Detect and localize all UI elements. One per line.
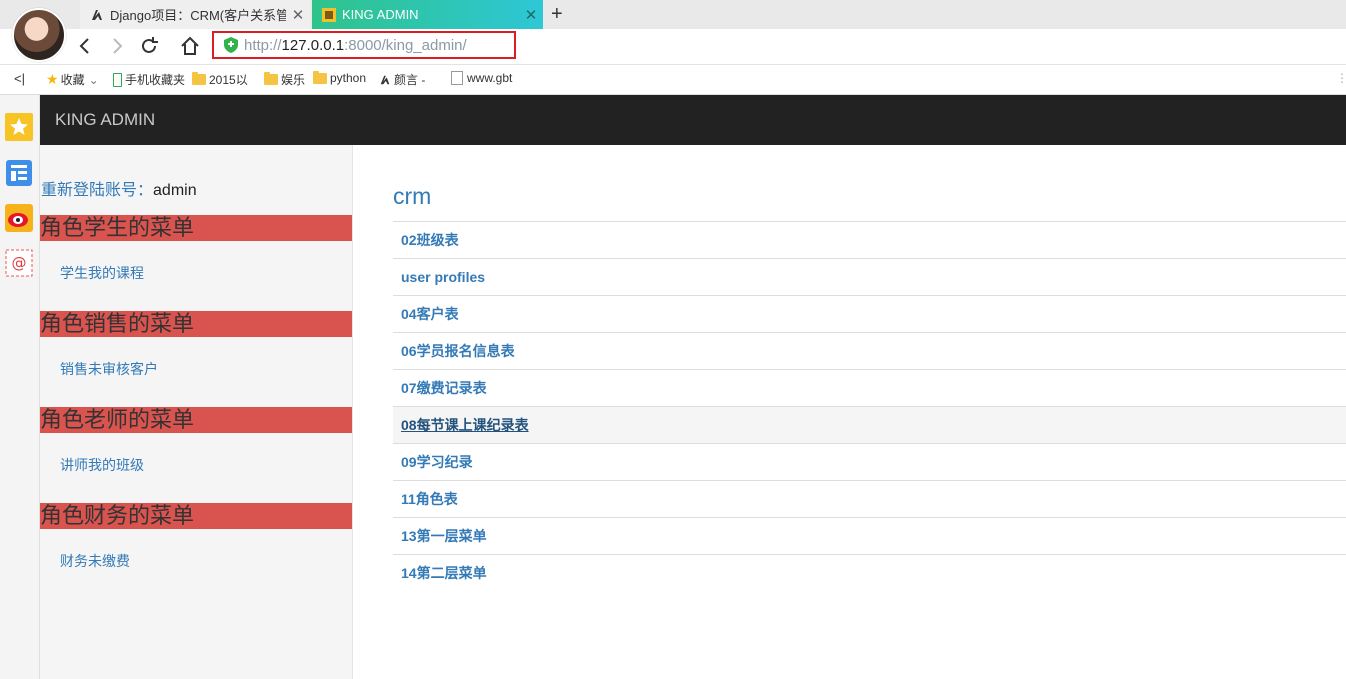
- table-cell: user profiles: [393, 258, 1346, 296]
- weibo-icon[interactable]: [5, 204, 33, 232]
- django-icon: [380, 75, 390, 84]
- table-cell: 08每节课上课纪录表: [393, 406, 1346, 444]
- table-cell: 14第二层菜单: [393, 554, 1346, 591]
- star-icon: ★: [46, 71, 59, 87]
- page-navbar: KING ADMIN: [40, 95, 1346, 145]
- bookmark-label: 手机收藏夹: [125, 73, 186, 87]
- tab-django-project[interactable]: Django项目：CRM(客户关系管 ✕: [80, 0, 310, 29]
- table-row-hovered: 08每节课上课纪录表: [393, 406, 1346, 444]
- menu-link-teacher-classes[interactable]: 讲师我的班级: [60, 455, 144, 475]
- table-row: 11角色表: [393, 480, 1346, 518]
- table-cell: 04客户表: [393, 295, 1346, 333]
- relogin-label: 重新登陆账号：: [41, 182, 154, 199]
- browser-side-rail: @: [0, 95, 40, 679]
- model-link[interactable]: 14第二层菜单: [401, 565, 487, 581]
- navigation-bar: http://127.0.0.1:8000/king_admin/: [0, 29, 1346, 65]
- menu-heading-student: 角色学生的菜单: [40, 215, 352, 241]
- bookmark-folder-entertainment[interactable]: 娱乐: [264, 71, 305, 88]
- address-bar[interactable]: http://127.0.0.1:8000/king_admin/: [212, 31, 516, 59]
- bookmark-label: 2015以: [209, 73, 248, 87]
- table-cell: 09学习纪录: [393, 443, 1346, 481]
- table-row: 06学员报名信息表: [393, 332, 1346, 370]
- brand-link[interactable]: KING ADMIN: [55, 110, 155, 130]
- login-username: admin: [153, 182, 197, 199]
- menu-link-finance-unpaid[interactable]: 财务未缴费: [60, 551, 130, 571]
- model-link[interactable]: user profiles: [401, 269, 485, 285]
- reader-icon[interactable]: [5, 159, 33, 187]
- mail-icon[interactable]: @: [5, 249, 33, 277]
- forward-icon[interactable]: [106, 35, 128, 57]
- phone-icon: [113, 72, 122, 87]
- bookmark-label: python: [330, 71, 367, 85]
- table-row: user profiles: [393, 258, 1346, 296]
- reload-icon[interactable]: [138, 35, 160, 57]
- chevron-down-icon: ⌄: [88, 72, 99, 87]
- model-link[interactable]: 08每节课上课纪录表: [401, 417, 529, 433]
- bookmark-folder-python[interactable]: python: [313, 70, 367, 85]
- model-link[interactable]: 07缴费记录表: [401, 380, 487, 396]
- bookmark-favorites[interactable]: ★ 收藏 ⌄: [46, 71, 99, 88]
- bookmark-label: 收藏: [60, 73, 85, 87]
- user-avatar[interactable]: [12, 8, 66, 62]
- menu-heading-finance: 角色财务的菜单: [40, 503, 352, 529]
- model-link[interactable]: 11角色表: [401, 491, 458, 507]
- collapse-sidebar-icon[interactable]: <|: [14, 71, 25, 86]
- sidebar: 重新登陆账号：admin 角色学生的菜单 学生我的课程 角色销售的菜单 销售未审…: [40, 145, 353, 679]
- url-scheme: http://: [244, 36, 282, 54]
- menu-heading-teacher: 角色老师的菜单: [40, 407, 352, 433]
- tab-strip: Django项目：CRM(客户关系管 ✕ KING ADMIN ✕ +: [0, 0, 1346, 62]
- table-row: 09学习纪录: [393, 443, 1346, 481]
- model-link[interactable]: 04客户表: [401, 306, 459, 322]
- url-port-path: :8000/king_admin/: [344, 36, 467, 54]
- table-cell: 07缴费记录表: [393, 369, 1346, 407]
- bookmark-mobile[interactable]: 手机收藏夹: [113, 71, 185, 88]
- close-icon[interactable]: ✕: [519, 6, 543, 24]
- folder-icon: [313, 70, 327, 84]
- tab-title: KING ADMIN: [342, 7, 419, 22]
- table-cell: 02班级表: [393, 221, 1346, 259]
- close-icon[interactable]: ✕: [286, 6, 310, 24]
- bookmark-label: 颜言 -: [394, 73, 426, 87]
- svg-text:@: @: [12, 254, 27, 272]
- bookmark-folder-2015[interactable]: 2015以: [192, 71, 248, 88]
- folder-icon: [264, 72, 278, 85]
- table-row: 13第一层菜单: [393, 517, 1346, 555]
- model-link[interactable]: 13第一层菜单: [401, 528, 487, 544]
- url-host: 127.0.0.1: [281, 36, 345, 54]
- bookmark-label: 娱乐: [281, 73, 306, 87]
- table-cell: 06学员报名信息表: [393, 332, 1346, 370]
- bookmark-django-site[interactable]: 颜言 -: [379, 71, 425, 88]
- more-bookmarks-icon[interactable]: ⋮: [1336, 71, 1346, 85]
- tab-king-admin[interactable]: KING ADMIN ✕: [312, 0, 543, 29]
- table-row: 04客户表: [393, 295, 1346, 333]
- folder-icon: [192, 72, 206, 85]
- model-link[interactable]: 09学习纪录: [401, 454, 473, 470]
- main-content: crm 02班级表 user profiles 04客户表 06学员报名信息表 …: [393, 145, 1346, 679]
- table-cell: 13第一层菜单: [393, 517, 1346, 555]
- relogin-link[interactable]: 重新登陆账号：admin: [41, 176, 197, 200]
- table-row: 02班级表: [393, 221, 1346, 259]
- favorites-star-icon[interactable]: [5, 113, 33, 141]
- model-table: 02班级表 user profiles 04客户表 06学员报名信息表 07缴费…: [393, 221, 1346, 591]
- model-link[interactable]: 06学员报名信息表: [401, 343, 515, 359]
- model-link[interactable]: 02班级表: [401, 232, 459, 248]
- bookmark-label: www.gbt: [467, 71, 513, 85]
- page-icon: [451, 71, 463, 85]
- table-row: 07缴费记录表: [393, 369, 1346, 407]
- menu-link-student-courses[interactable]: 学生我的课程: [60, 263, 144, 283]
- secure-shield-icon: [224, 37, 238, 53]
- bookmarks-bar: <| ★ 收藏 ⌄ 手机收藏夹 2015以 娱乐 python 颜言 - www…: [0, 65, 1346, 95]
- django-icon: [92, 9, 102, 20]
- home-icon[interactable]: [179, 35, 201, 57]
- menu-link-sales-unreviewed[interactable]: 销售未审核客户: [60, 359, 158, 379]
- tab-title: Django项目：CRM(客户关系管: [110, 8, 286, 23]
- table-row: 14第二层菜单: [393, 554, 1346, 591]
- back-icon[interactable]: [74, 35, 96, 57]
- king-admin-favicon-icon: [322, 7, 336, 22]
- app-title: crm: [393, 183, 432, 209]
- table-cell: 11角色表: [393, 480, 1346, 518]
- new-tab-button[interactable]: +: [551, 3, 563, 26]
- bookmark-gbt[interactable]: www.gbt: [451, 71, 512, 85]
- menu-heading-sales: 角色销售的菜单: [40, 311, 352, 337]
